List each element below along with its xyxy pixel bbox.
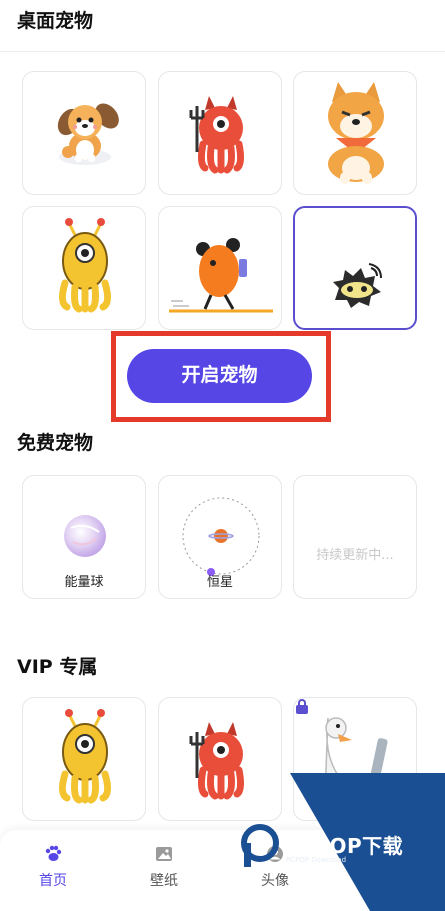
pet-card-orange-walker[interactable] [158, 206, 282, 330]
red-devil-pet-icon [189, 722, 245, 800]
pet-card-yellow-alien[interactable] [22, 206, 146, 330]
orange-walker-pet-icon [169, 238, 273, 313]
page-title: 桌面宠物 [17, 10, 94, 32]
nav-item-wallpaper[interactable]: 壁纸 [134, 844, 194, 890]
watermark-logo-icon [241, 824, 279, 867]
spiky-ball-pet-icon [333, 263, 382, 308]
free-card-star[interactable]: 恒星 [158, 475, 282, 599]
header-divider [0, 51, 445, 52]
dog-pet-icon [57, 103, 119, 165]
red-devil-pet-icon [189, 96, 245, 174]
nav-item-home[interactable]: 首页 [23, 844, 83, 890]
vip-card-yellow-alien[interactable] [22, 697, 146, 821]
nav-label-home: 首页 [39, 873, 67, 889]
free-card-energy-ball[interactable]: 能量球 [22, 475, 146, 599]
free-card-placeholder: 持续更新中... [293, 475, 417, 599]
star-label: 恒星 [206, 575, 233, 590]
nav-label-wallpaper: 壁纸 [150, 873, 178, 889]
vip-section-title: VIP 专属 [17, 656, 98, 678]
start-pet-button[interactable]: 开启宠物 [127, 349, 312, 403]
watermark-brand: PCPOP下载 [284, 834, 404, 858]
image-icon [156, 847, 172, 861]
app-screen: 桌面宠物 开启宠物 免费宠物 能量球 恒星 持续更新中... VIP 专属 首页… [0, 0, 445, 911]
lock-icon [296, 699, 308, 714]
pet-card-shiba[interactable] [293, 71, 417, 195]
updating-placeholder: 持续更新中... [316, 548, 394, 563]
pet-card-red-devil[interactable] [158, 71, 282, 195]
yellow-alien-pet-icon [58, 709, 112, 804]
yellow-alien-pet-icon [58, 218, 112, 313]
free-section-title: 免费宠物 [17, 432, 94, 454]
pet-card-spiky-ball[interactable] [293, 206, 417, 330]
shiba-pet-icon [328, 82, 384, 184]
watermark-sub: PCPOP Download [286, 856, 347, 864]
energy-ball-label: 能量球 [64, 575, 104, 590]
vip-card-red-devil[interactable] [158, 697, 282, 821]
paw-icon [45, 845, 62, 861]
pet-card-dog[interactable] [22, 71, 146, 195]
